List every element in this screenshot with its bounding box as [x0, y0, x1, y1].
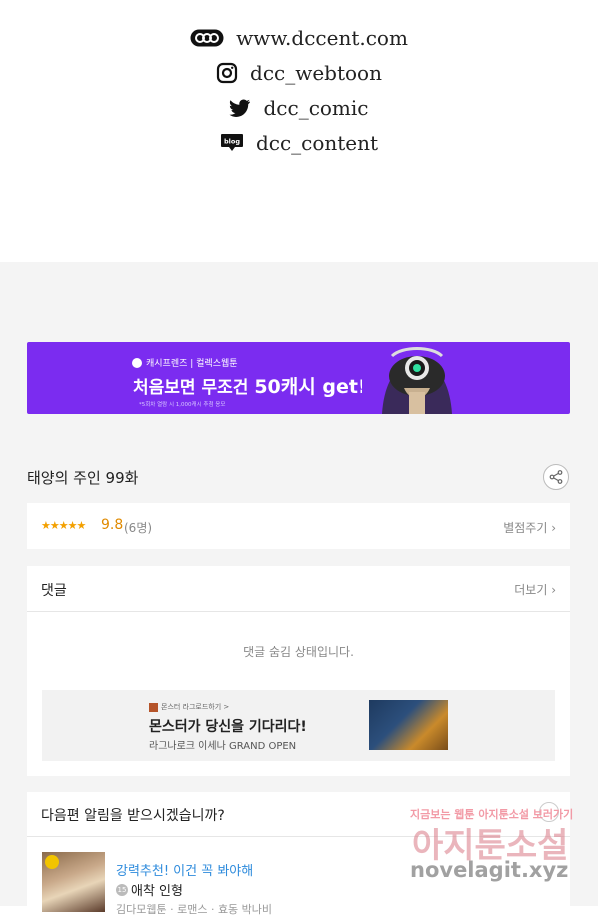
svg-text:blog: blog	[224, 138, 240, 146]
comments-more-link[interactable]: 더보기 ›	[514, 581, 556, 598]
banner-headline: 처음보면 무조건 50캐시 get!!	[133, 372, 375, 399]
notify-card: 다음편 알림을 받으시겠습니까?	[27, 792, 570, 912]
recommend-tag[interactable]: 강력추천! 이건 꼭 봐야해	[116, 860, 253, 879]
twitter-icon	[229, 99, 251, 117]
rating-stars: ★★★★★	[41, 519, 86, 532]
banner-brand: 캐시프렌즈 | 컬렉스웹툰	[132, 356, 238, 369]
rating-score: 9.8	[101, 517, 124, 533]
ad-small-label: 몬스터 라그로드하기 >	[149, 702, 229, 712]
rating-card: ★★★★★ 9.8 (6명) 별점주기 ›	[27, 503, 570, 549]
share-button[interactable]	[543, 464, 569, 490]
footer-links: www.dccent.com dcc_webtoon dcc_comic blo…	[0, 0, 598, 262]
banner-brand-text: 캐시프렌즈 | 컬렉스웹툰	[146, 359, 238, 369]
share-icon	[549, 470, 563, 484]
notify-toggle-button[interactable]	[539, 802, 559, 822]
notify-header: 다음편 알림을 받으시겠습니까?	[27, 792, 570, 837]
comments-hidden-message: 댓글 숨김 상태입니다.	[243, 645, 354, 659]
game-ad[interactable]: 몬스터 라그로드하기 > 몬스터가 당신을 기다리다! 라그나로크 이세나 GR…	[42, 690, 555, 761]
ad-headline: 몬스터가 당신을 기다리다!	[149, 719, 307, 735]
ad-thumbnail	[369, 700, 448, 750]
rating-count: (6명)	[124, 521, 153, 535]
comments-header: 댓글 더보기 ›	[27, 566, 570, 612]
clock-icon	[45, 855, 59, 869]
episode-title: 태양의 주인 99화	[27, 469, 139, 487]
website-link[interactable]: www.dccent.com	[0, 26, 598, 50]
dcc-logo-icon	[190, 29, 224, 47]
recommend-title-text: 애착 인형	[131, 884, 183, 899]
twitter-text: dcc_comic	[263, 96, 369, 120]
blog-text: dcc_content	[255, 131, 379, 155]
ad-small-text: 몬스터 라그로드하기 >	[161, 703, 230, 711]
blog-icon: blog	[220, 133, 244, 153]
recommend-thumbnail[interactable]	[42, 852, 105, 912]
cashfriends-logo-icon	[132, 357, 142, 368]
rate-button[interactable]: 별점주기 ›	[503, 519, 556, 536]
comments-title: 댓글	[41, 583, 67, 599]
promo-banner[interactable]: 캐시프렌즈 | 컬렉스웹툰 처음보면 무조건 50캐시 get!! *5회차 열…	[27, 342, 570, 414]
banner-illustration	[362, 342, 472, 414]
instagram-link[interactable]: dcc_webtoon	[0, 61, 598, 85]
website-text: www.dccent.com	[236, 26, 408, 50]
banner-headline-pre: 처음보면 무조건	[133, 378, 255, 398]
banner-fine-print: *5회차 열람 시 1,000캐시 추첨 응모	[139, 402, 226, 408]
instagram-icon	[216, 62, 238, 84]
banner-headline-big: 50캐시 get!!	[254, 376, 376, 398]
game-logo-icon	[149, 702, 158, 712]
notify-title: 다음편 알림을 받으시겠습니까?	[41, 808, 225, 824]
ad-subline: 라그나로크 이세나 GRAND OPEN	[149, 741, 297, 752]
age-rating-badge: 15	[116, 883, 128, 896]
instagram-text: dcc_webtoon	[250, 61, 382, 85]
blog-link[interactable]: blog dcc_content	[0, 131, 598, 155]
comments-card: 댓글 더보기 › 댓글 숨김 상태입니다. 몬스터 라그로드하기 > 몬스터가 …	[27, 566, 570, 776]
recommend-meta: 김다모웹툰 · 로맨스 · 효동 박나비	[116, 903, 273, 916]
recommend-title[interactable]: 15 애착 인형	[116, 880, 183, 899]
twitter-link[interactable]: dcc_comic	[0, 96, 598, 120]
